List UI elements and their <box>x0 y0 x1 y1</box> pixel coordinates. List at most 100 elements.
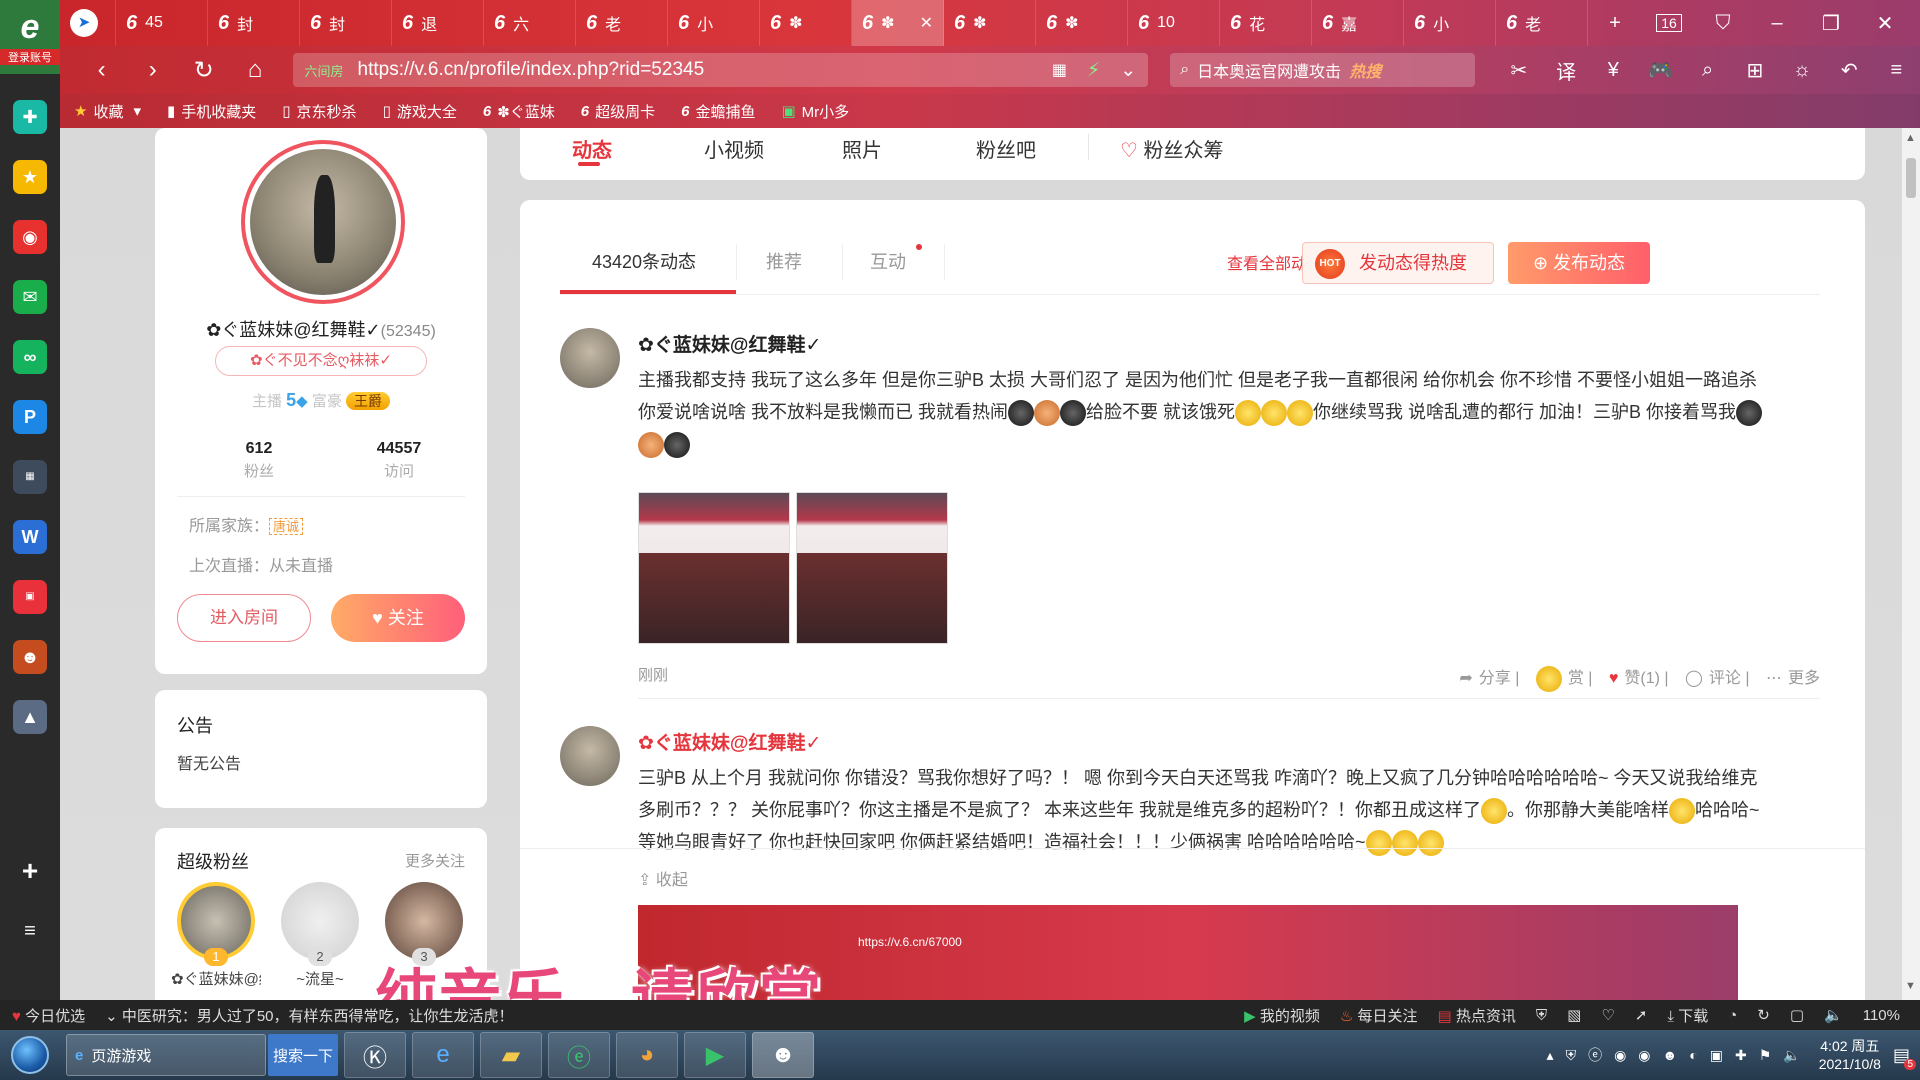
p-app-icon[interactable]: P <box>13 400 47 434</box>
bookmark-favorites[interactable]: ★ 收藏 ▾ <box>74 101 141 122</box>
fans-stat[interactable]: 612 粉丝 <box>199 440 319 481</box>
tray-network-icon[interactable]: ▣ <box>1710 1047 1723 1064</box>
cut-icon[interactable]: ✂ <box>1495 58 1542 83</box>
browser-tab[interactable]: 6 ✽ <box>944 0 1036 46</box>
chevron-down-icon[interactable]: ⌄ <box>1120 59 1136 82</box>
browser-tab[interactable]: 6花 <box>1220 0 1312 46</box>
taskbar-folder-icon[interactable]: ▰ <box>480 1032 542 1078</box>
bookmark-mrxiaoduo[interactable]: ▣ Mr小多 <box>781 101 849 122</box>
add-icon[interactable]: + <box>13 854 47 888</box>
undo-icon[interactable]: ↶ <box>1826 58 1873 83</box>
browser-tab[interactable]: 6嘉 <box>1312 0 1404 46</box>
start-button[interactable] <box>0 1030 60 1080</box>
game-app-icon[interactable]: ▦ <box>13 460 47 494</box>
taskbar-browser-icon[interactable]: ⓔ <box>548 1032 610 1078</box>
rocket-icon[interactable]: ➚ <box>1635 1006 1648 1024</box>
weibo-icon[interactable]: ◉ <box>13 220 47 254</box>
magnifier-icon[interactable]: ⌕ <box>1684 59 1731 82</box>
tray-volume-icon[interactable]: 🔈 <box>1783 1047 1800 1064</box>
tray-expand-icon[interactable]: ▴ <box>1547 1047 1554 1064</box>
follow-button[interactable]: ♥ 关注 <box>331 594 465 642</box>
word-icon[interactable]: W <box>13 520 47 554</box>
tray-shield-icon[interactable]: ⛨ <box>1566 1047 1577 1064</box>
menu-icon[interactable]: ≡ <box>1873 59 1920 82</box>
feed-tab-recommend[interactable]: 推荐 <box>766 232 802 292</box>
bookmark-mobile[interactable]: ▮ 手机收藏夹 <box>167 101 256 122</box>
grid-icon[interactable]: ⊞ <box>1731 58 1778 83</box>
post-author[interactable]: ✿ぐ蓝妹妹@红舞鞋✓ <box>638 330 821 357</box>
clock[interactable]: 4:02 周五 2021/10/8 <box>1819 1037 1881 1073</box>
translate-icon[interactable]: 译 <box>1542 56 1589 85</box>
window-icon[interactable]: ▢ <box>1790 1006 1804 1024</box>
family-tag[interactable]: 唐诚 <box>269 518 304 535</box>
shield-icon[interactable]: ⛨ <box>1536 1007 1547 1024</box>
address-bar[interactable]: 六间房 https://v.6.cn/profile/index.php?rid… <box>292 53 1149 87</box>
browser-tab[interactable]: 6小 <box>668 0 760 46</box>
search-box[interactable]: ⌕ 日本奥运官网遭攻击 热搜 <box>1170 53 1476 87</box>
profile-avatar[interactable] <box>241 140 405 304</box>
back-icon[interactable]: ‹ <box>76 56 127 84</box>
shop-app-icon[interactable]: ▣ <box>13 580 47 614</box>
browser-tab[interactable]: 6六 <box>484 0 576 46</box>
star-icon[interactable]: ★ <box>13 160 47 194</box>
post-author[interactable]: ✿ぐ蓝妹妹@红舞鞋✓ <box>638 728 821 755</box>
new-tab-icon[interactable]: + <box>1588 12 1642 35</box>
tray-app-icon[interactable]: ◐ <box>1689 1047 1697 1063</box>
browser-tab[interactable]: 6封 <box>208 0 300 46</box>
browser-tab[interactable]: 6老 <box>576 0 668 46</box>
post-image[interactable] <box>638 492 790 644</box>
home-icon[interactable]: ⌂ <box>229 56 280 84</box>
restore-icon[interactable]: ❐ <box>1804 11 1858 36</box>
bookmark-jd[interactable]: ▯ 京东秒杀 <box>282 101 356 122</box>
post-image[interactable] <box>796 492 948 644</box>
link-icon[interactable]: ∞ <box>13 340 47 374</box>
daily-picks[interactable]: ♥ 今日优选 <box>12 1005 85 1026</box>
coin-icon[interactable]: ¥ <box>1590 59 1637 82</box>
bookmark-games[interactable]: ▯ 游戏大全 <box>383 101 457 122</box>
publish-post-button[interactable]: ⊕ 发布动态 <box>1508 242 1650 284</box>
page-scrollbar[interactable]: ▲ ▼ <box>1902 128 1920 1000</box>
bookmark-weekcard[interactable]: 6 超级周卡 <box>581 101 655 122</box>
tray-flag-icon[interactable]: ⚑ <box>1759 1047 1772 1064</box>
more-follow-link[interactable]: 更多关注 <box>405 850 465 871</box>
close-window-icon[interactable]: ✕ <box>1858 11 1912 36</box>
super-fan-2[interactable]: 2 ~流星~ <box>275 882 365 989</box>
qr-icon[interactable]: ▦ <box>1052 60 1067 80</box>
scroll-up-icon[interactable]: ▲ <box>1905 132 1916 144</box>
browser-tab[interactable]: 6 ✽ <box>1036 0 1128 46</box>
taskbar-avatar-app-icon[interactable]: ☻ <box>752 1032 814 1078</box>
daily-focus[interactable]: ♨ 每日关注 <box>1340 1005 1418 1026</box>
bookmark-lanmei[interactable]: 6 ✽ぐ蓝妹 <box>483 101 555 122</box>
feed-tab-interact[interactable]: 互动 <box>870 232 906 292</box>
browser-tab[interactable]: 6 ✽ <box>760 0 852 46</box>
close-tab-icon[interactable]: ✕ <box>920 13 933 33</box>
taskbar-ie-icon[interactable]: e <box>412 1032 474 1078</box>
tray-qq-icon[interactable]: ◉ <box>1614 1047 1626 1064</box>
taskbar-chrome-icon[interactable]: ◕ <box>616 1032 678 1078</box>
browser-tab[interactable]: 6 10 <box>1128 0 1220 46</box>
my-videos[interactable]: ▶ 我的视频 <box>1244 1005 1320 1026</box>
browser-tab[interactable]: 6 ✽ ✕ <box>852 0 944 46</box>
reward-button[interactable]: 赏 <box>1530 665 1584 692</box>
taskbar-player-icon[interactable]: ▶ <box>684 1032 746 1078</box>
tray-avatar-icon[interactable]: ☻ <box>1663 1047 1678 1063</box>
tab-photos[interactable]: 照片 <box>842 134 882 163</box>
enter-room-button[interactable]: 进入房间 <box>177 594 311 642</box>
feed-tab-all[interactable]: 43420条动态 <box>592 232 696 292</box>
browser-tab[interactable]: 6老 <box>1496 0 1588 46</box>
dashboard-icon[interactable]: ◔ <box>1728 1007 1737 1024</box>
browser-tab[interactable]: 6封 <box>300 0 392 46</box>
taskbar-search-field[interactable]: e 页游游戏 <box>66 1034 266 1076</box>
tray-browser-icon[interactable]: ⓔ <box>1588 1045 1602 1065</box>
forward-icon[interactable]: › <box>127 56 178 84</box>
tab-crowdfunding[interactable]: ♡ 粉丝众筹 <box>1120 134 1224 163</box>
browser-home-icon[interactable]: ➤ <box>60 0 116 46</box>
tray-qq-icon[interactable]: ◉ <box>1638 1047 1650 1064</box>
scroll-down-icon[interactable]: ▼ <box>1905 980 1916 992</box>
news-ticker[interactable]: ⌄ 中医研究：男人过了50，有样东西得常吃，让你生龙活虎！ <box>105 1005 513 1026</box>
shirt-icon[interactable]: ⛉ <box>1696 12 1750 35</box>
super-fan-1[interactable]: 1 ✿ぐ蓝妹妹@红舞 <box>171 882 261 989</box>
browser-tab[interactable]: 6小 <box>1404 0 1496 46</box>
profile-badge[interactable]: ✿ぐ不见不念ღ袜袜✓ <box>215 346 427 376</box>
browser-logo[interactable]: e 登录账号 <box>0 0 60 74</box>
